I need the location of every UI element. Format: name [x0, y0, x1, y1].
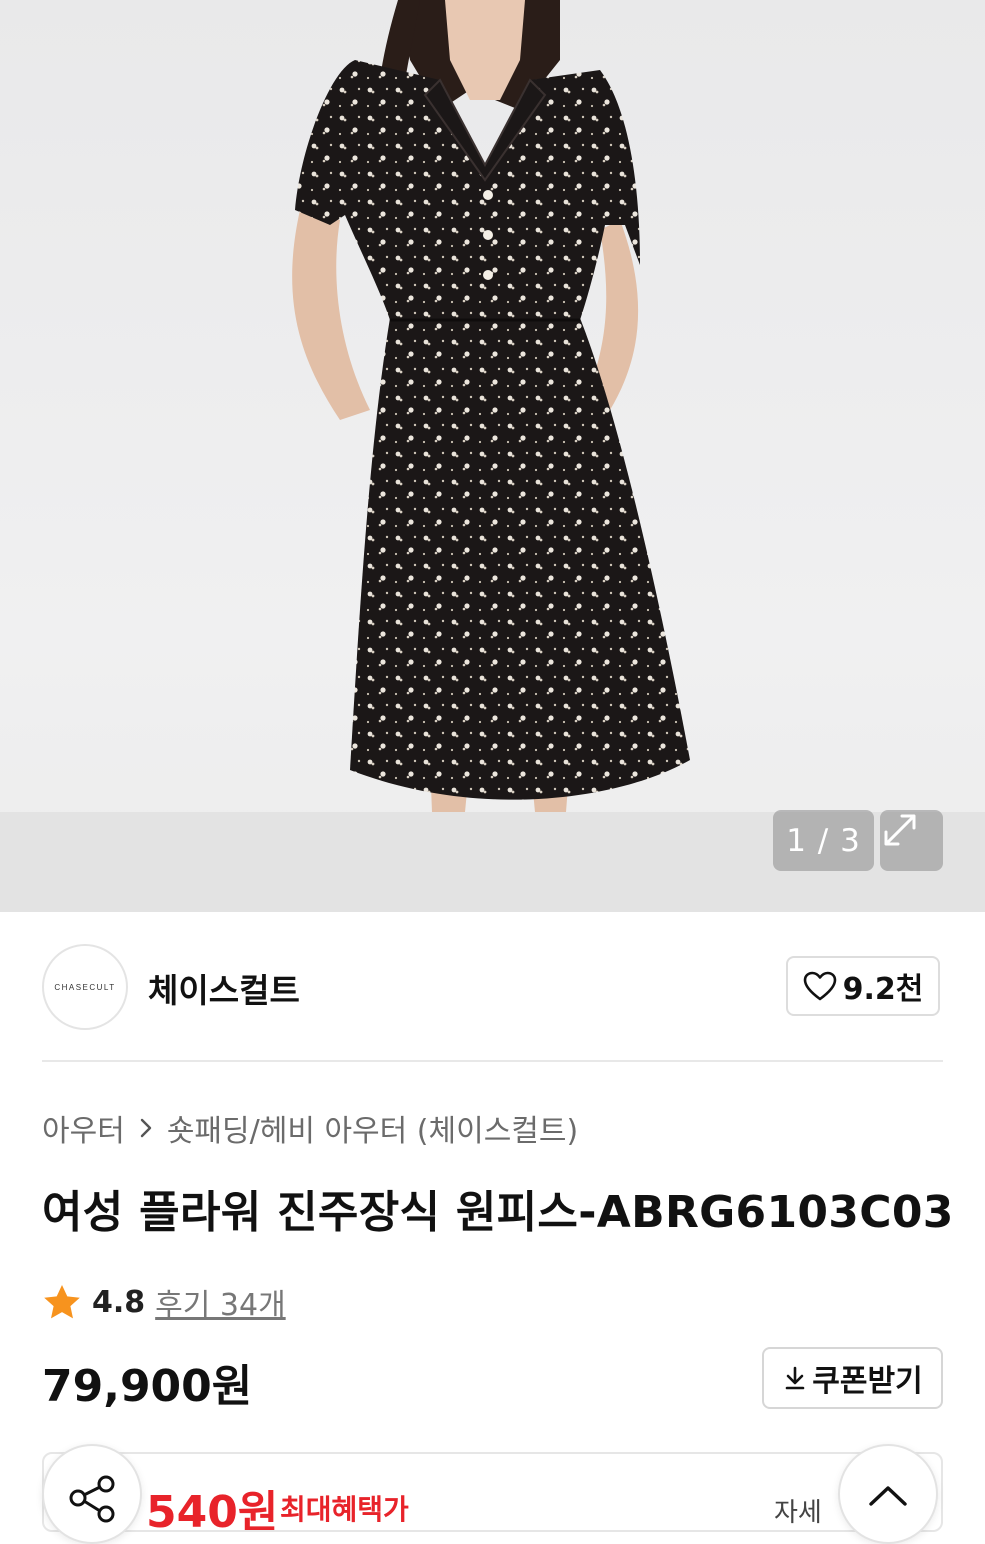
expand-button[interactable] [880, 810, 943, 871]
benefit-detail-link[interactable]: 자세 [774, 1492, 822, 1529]
product-price: 79,900원 [42, 1361, 253, 1412]
breadcrumb: 아우터 숏패딩/헤비 아우터 (체이스컬트) [42, 1106, 578, 1150]
coupon-label: 쿠폰받기 [812, 1364, 923, 1399]
breadcrumb-subcategory[interactable]: 숏패딩/헤비 아우터 (체이스컬트) [167, 1106, 578, 1150]
heart-icon [803, 971, 836, 1001]
benefit-label: 최대혜택가 [280, 1493, 409, 1526]
star-icon [44, 1285, 80, 1319]
dress-model-illustration [292, 0, 690, 812]
expand-icon [884, 814, 916, 846]
rating-row: 4.8 후기 34개 [42, 1280, 286, 1324]
review-count-link[interactable]: 후기 34개 [155, 1280, 286, 1324]
download-icon [785, 1366, 805, 1390]
max-benefit-box[interactable]: 540원 최대혜택가 자세 [42, 1452, 943, 1532]
brand-logo-text: CHASECULT [54, 982, 116, 992]
chevron-up-icon [869, 1486, 907, 1506]
image-counter: 1 / 3 [773, 810, 874, 871]
coupon-button[interactable]: 쿠폰받기 [762, 1347, 943, 1409]
brand-logo[interactable]: CHASECULT [42, 944, 128, 1030]
like-button[interactable]: 9.2천 [786, 956, 940, 1016]
breadcrumb-category[interactable]: 아우터 [42, 1106, 125, 1150]
product-title: 여성 플라워 진주장식 원피스-ABRG6103C03 [42, 1187, 954, 1238]
scroll-top-button[interactable] [838, 1444, 938, 1544]
product-image[interactable]: 1 / 3 [0, 0, 985, 912]
chevron-right-icon [140, 1118, 152, 1138]
rating-value: 4.8 [92, 1284, 146, 1320]
share-button[interactable] [42, 1444, 142, 1544]
brand-row: CHASECULT 체이스컬트 9.2천 [42, 944, 943, 1030]
brand-name[interactable]: 체이스컬트 [148, 964, 300, 1012]
divider [42, 1060, 943, 1062]
share-icon [69, 1475, 115, 1523]
benefit-price: 540원 [146, 1487, 279, 1532]
like-count: 9.2천 [842, 972, 924, 1007]
